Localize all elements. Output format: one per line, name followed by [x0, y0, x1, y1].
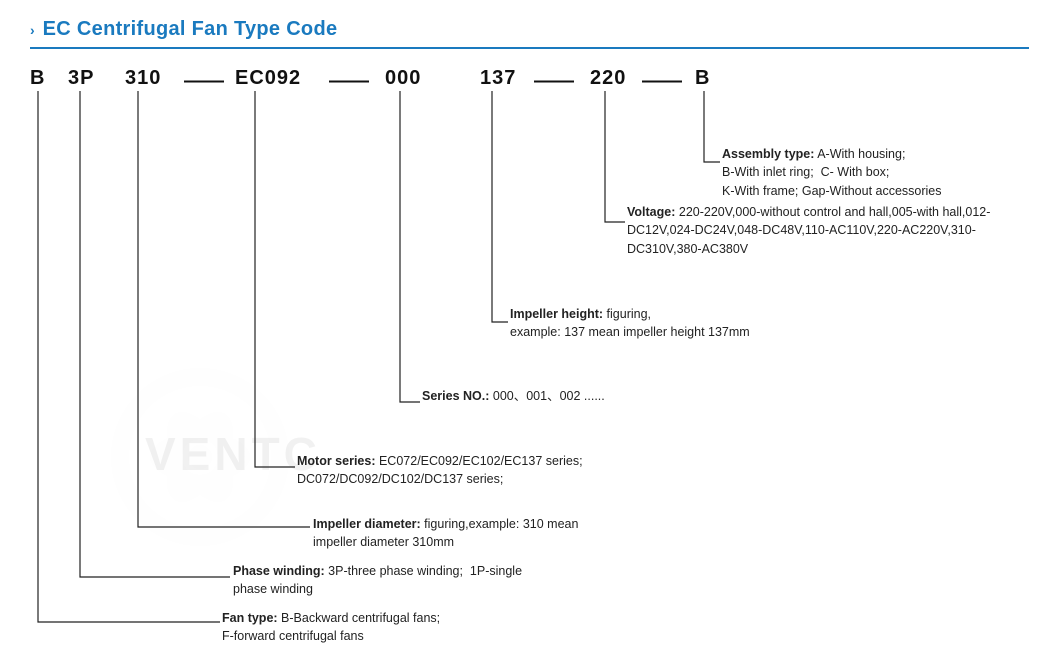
- annotation-motor-series: Motor series: EC072/EC092/EC102/EC137 se…: [297, 452, 583, 490]
- code-B-final: B: [695, 67, 710, 90]
- code-EC092: EC092: [235, 67, 301, 90]
- annotation-impeller-diameter: Impeller diameter: figuring,example: 310…: [313, 515, 578, 553]
- code-000: 000: [385, 67, 421, 90]
- annotation-impeller-height: Impeller height: figuring,example: 137 m…: [510, 305, 750, 343]
- title-row: › EC Centrifugal Fan Type Code: [30, 18, 1029, 41]
- code-310: 310: [125, 67, 161, 90]
- dash3: ——: [530, 70, 578, 93]
- annotation-series-no: Series NO.: 000、001、002 ......: [422, 387, 605, 406]
- page-container: › EC Centrifugal Fan Type Code VENTC B 3…: [0, 0, 1059, 668]
- diagram-area: VENTC B 3P 310 —— EC092 —— 000: [30, 67, 1029, 647]
- annotation-fan-type: Fan type: B-Backward centrifugal fans;F-…: [222, 609, 440, 647]
- page-title: EC Centrifugal Fan Type Code: [43, 18, 338, 41]
- dash2: ——: [325, 70, 373, 93]
- code-B: B: [30, 67, 45, 90]
- code-3P: 3P: [68, 67, 94, 90]
- code-220: 220: [590, 67, 626, 90]
- code-137: 137: [480, 67, 516, 90]
- dash4: ——: [638, 70, 686, 93]
- annotation-assembly: Assembly type: A-With housing;B-With inl…: [722, 145, 942, 201]
- dash1: ——: [180, 70, 228, 93]
- title-divider: [30, 47, 1029, 49]
- annotation-voltage: Voltage: 220-220V,000-without control an…: [627, 203, 1017, 259]
- title-arrow: ›: [30, 22, 35, 38]
- annotation-phase-winding: Phase winding: 3P-three phase winding; 1…: [233, 562, 522, 600]
